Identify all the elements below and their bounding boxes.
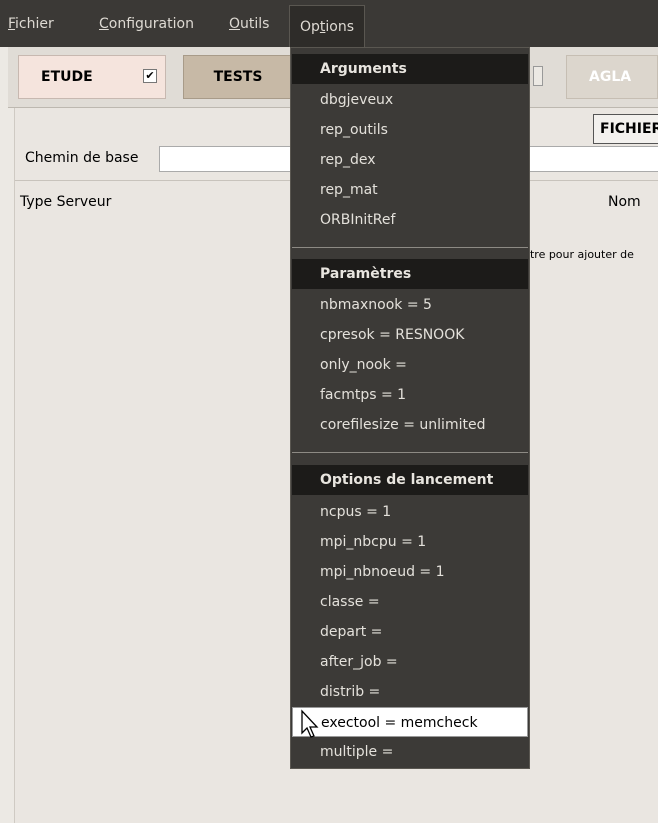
mouse-pointer-icon bbox=[301, 709, 319, 738]
mnemonic: F bbox=[8, 16, 16, 32]
menu-item-nbmaxnook[interactable]: nbmaxnook = 5 bbox=[292, 290, 528, 320]
menu-item-rep-outils[interactable]: rep_outils bbox=[292, 115, 528, 145]
menu-item-only-nook[interactable]: only_nook = bbox=[292, 350, 528, 380]
nom-header: Nom bbox=[608, 194, 641, 210]
menu-item-dbgjeveux[interactable]: dbgjeveux bbox=[292, 85, 528, 115]
fichier-button[interactable]: FICHIER bbox=[593, 114, 658, 144]
menu-item-mpi-nbcpu[interactable]: mpi_nbcpu = 1 bbox=[292, 527, 528, 557]
menu-item-depart[interactable]: depart = bbox=[292, 617, 528, 647]
section-header-arguments: Arguments bbox=[292, 54, 528, 84]
etude-checkbox[interactable]: ✔ bbox=[143, 69, 157, 83]
menu-outils[interactable]: Outils bbox=[229, 14, 269, 34]
chemin-label: Chemin de base bbox=[25, 150, 139, 166]
menu-item-facmtps[interactable]: facmtps = 1 bbox=[292, 380, 528, 410]
menu-label: Op bbox=[300, 19, 320, 35]
menu-fichier[interactable]: Fichier bbox=[8, 14, 54, 34]
etude-label: ETUDE bbox=[41, 69, 93, 85]
type-serveur-header: Type Serveur bbox=[20, 194, 112, 210]
menu-bar: Fichier Configuration Outils Options bbox=[0, 0, 658, 47]
mnemonic: O bbox=[229, 16, 241, 32]
menu-item-corefilesize[interactable]: corefilesize = unlimited bbox=[292, 410, 528, 440]
menu-item-ncpus[interactable]: ncpus = 1 bbox=[292, 497, 528, 527]
options-dropdown: Arguments dbgjeveux rep_outils rep_dex r… bbox=[290, 47, 530, 769]
hint-text: ntre pour ajouter de bbox=[523, 248, 634, 261]
hidden-button-edge[interactable] bbox=[533, 66, 543, 86]
tests-button[interactable]: TESTS bbox=[183, 55, 293, 99]
menu-separator bbox=[292, 452, 528, 453]
menu-label: ions bbox=[325, 19, 355, 35]
etude-button[interactable]: ETUDE ✔ bbox=[18, 55, 166, 99]
menu-configuration[interactable]: Configuration bbox=[99, 14, 194, 34]
menu-item-mpi-nbnoeud[interactable]: mpi_nbnoeud = 1 bbox=[292, 557, 528, 587]
menu-item-classe[interactable]: classe = bbox=[292, 587, 528, 617]
menu-item-cpresok[interactable]: cpresok = RESNOOK bbox=[292, 320, 528, 350]
agla-button[interactable]: AGLA bbox=[566, 55, 658, 99]
menu-item-rep-dex[interactable]: rep_dex bbox=[292, 145, 528, 175]
menu-options[interactable]: Options bbox=[289, 5, 366, 47]
menu-item-after-job[interactable]: after_job = bbox=[292, 647, 528, 677]
section-header-options-lancement: Options de lancement bbox=[292, 465, 528, 495]
menu-item-rep-mat[interactable]: rep_mat bbox=[292, 175, 528, 205]
menu-label: ichier bbox=[15, 16, 54, 32]
mnemonic: C bbox=[99, 16, 109, 32]
menu-label: utils bbox=[240, 16, 270, 32]
menu-item-multiple[interactable]: multiple = bbox=[292, 737, 528, 767]
menu-label: onfiguration bbox=[108, 16, 194, 32]
menu-separator bbox=[292, 247, 528, 248]
section-header-parametres: Paramètres bbox=[292, 259, 528, 289]
menu-item-orbinitref[interactable]: ORBInitRef bbox=[292, 205, 528, 235]
menu-item-exectool[interactable]: exectool = memcheck bbox=[292, 707, 528, 737]
menu-item-distrib[interactable]: distrib = bbox=[292, 677, 528, 707]
